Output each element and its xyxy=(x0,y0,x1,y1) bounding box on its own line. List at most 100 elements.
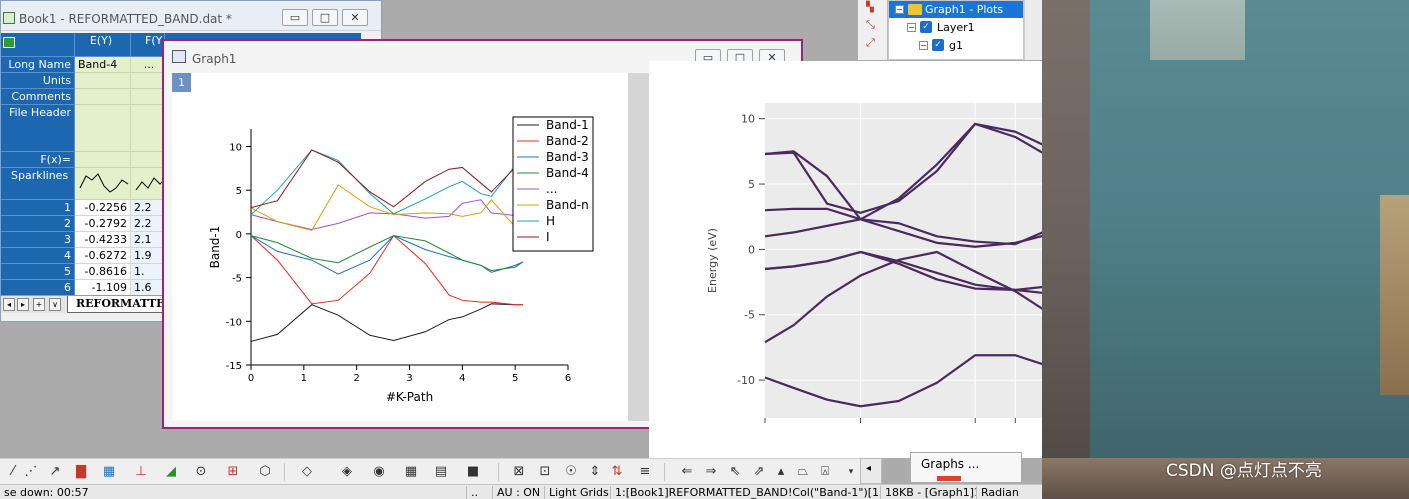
cell-f[interactable]: 1.6 xyxy=(131,280,165,296)
arrange-icon[interactable]: ⇕ xyxy=(584,463,606,481)
column-header-f[interactable]: F(Y xyxy=(131,33,165,57)
comments-cell-e[interactable] xyxy=(75,89,131,105)
fx-cell-f[interactable] xyxy=(131,152,165,168)
status-angle-unit[interactable]: Radian xyxy=(976,486,1042,499)
folder-icon xyxy=(908,4,922,15)
legend-label: Band-n xyxy=(546,198,589,212)
units-cell-f[interactable] xyxy=(131,73,165,89)
arrow-left-icon[interactable]: ⇐ xyxy=(676,463,698,481)
minimize-button[interactable]: ▭ xyxy=(282,9,308,26)
cell-f[interactable]: 2.1 xyxy=(131,232,165,248)
series-line xyxy=(250,149,524,209)
status-grids[interactable]: Light Grids xyxy=(544,486,610,499)
row-index[interactable]: 5 xyxy=(1,264,75,280)
area-plot-icon[interactable]: ◢ xyxy=(160,463,182,481)
mask-icon[interactable]: ⊠ xyxy=(508,463,530,481)
collapse-icon[interactable]: − xyxy=(907,23,916,32)
tree-item-graph1[interactable]: − Graph1 - Plots xyxy=(889,1,1023,18)
graph-page[interactable]: 0 1 2 3 4 5 6 -15 -10 -5 0 5 10 #K-Path Band-1 Band-1 Ba… xyxy=(172,73,628,421)
line-symbol-plot-icon[interactable]: ↗ xyxy=(44,463,66,481)
units-cell-e[interactable] xyxy=(75,73,131,89)
row-index[interactable]: 3 xyxy=(1,232,75,248)
3d-surface-icon[interactable]: ◇ xyxy=(296,463,318,481)
checkbox-icon[interactable]: ✓ xyxy=(932,39,944,51)
axis-scale-icon[interactable]: ⤢ xyxy=(866,36,875,50)
contour-plot-icon[interactable]: ◈ xyxy=(336,463,358,481)
comments-cell-f[interactable] xyxy=(131,89,165,105)
sparkline-cell-f[interactable] xyxy=(131,168,165,200)
restore-button[interactable]: □ xyxy=(312,9,338,26)
layer-badge[interactable]: 1 xyxy=(172,73,191,92)
row-index[interactable]: 1 xyxy=(1,200,75,216)
add-sheet-button[interactable]: + xyxy=(33,298,45,311)
file-header-cell-e[interactable] xyxy=(75,105,131,152)
tab-prev-button[interactable]: ◂ xyxy=(3,298,15,311)
cell-e[interactable]: -0.8616 xyxy=(75,264,131,280)
cell-e[interactable]: -1.109 xyxy=(75,280,131,296)
row-label-long-name: Long Name xyxy=(1,57,75,73)
arrow-up-left-icon[interactable]: ⇖ xyxy=(724,463,746,481)
arrow-up-right-icon[interactable]: ⇗ xyxy=(748,463,770,481)
cell-e[interactable]: -0.4233 xyxy=(75,232,131,248)
scatter-plot-icon[interactable]: ⋰ xyxy=(20,463,42,481)
3d-plot-icon[interactable]: ⬡ xyxy=(254,463,276,481)
box-chart-icon[interactable]: ⊞ xyxy=(222,463,244,481)
row-index[interactable]: 2 xyxy=(1,216,75,232)
tree-item-layer1[interactable]: − ✓ Layer1 xyxy=(889,19,1023,36)
bell-icon[interactable]: ⍓ xyxy=(814,463,836,481)
object-manager-scroll[interactable] xyxy=(1024,0,1042,60)
scroll-left-button[interactable]: ◂ xyxy=(860,458,882,484)
plot-type-icon[interactable]: ▚ xyxy=(866,2,874,13)
tab-next-button[interactable]: ▸ xyxy=(17,298,29,311)
toolbar-overflow-icon[interactable]: ▾ xyxy=(840,463,862,481)
status-bar: se down: 00:57 .. AU : ON Light Grids 1:… xyxy=(0,484,1042,499)
error-bar-icon[interactable]: ⊥ xyxy=(130,463,152,481)
corner-cell[interactable] xyxy=(1,33,75,57)
collapse-icon[interactable]: − xyxy=(919,41,928,50)
object-manager-tree[interactable]: − Graph1 - Plots − ✓ Layer1 − ✓ g1 xyxy=(888,0,1024,60)
cell-e[interactable]: -0.6272 xyxy=(75,248,131,264)
sheet-list-button[interactable]: ∨ xyxy=(49,298,61,311)
cell-f[interactable]: 1.9 xyxy=(131,248,165,264)
data-reader-icon[interactable]: ⊡ xyxy=(534,463,556,481)
arrow-right-icon[interactable]: ⇒ xyxy=(700,463,722,481)
book1-titlebar[interactable]: Book1 - REFORMATTED_BAND.dat * ▭ □ ✕ xyxy=(1,1,381,31)
cell-f[interactable]: 2.2 xyxy=(131,200,165,216)
screen-reader-icon[interactable]: ☉ xyxy=(560,463,582,481)
column-header-e[interactable]: E(Y) xyxy=(75,33,131,57)
fx-cell-e[interactable] xyxy=(75,152,131,168)
long-name-cell-e[interactable]: Band-4 xyxy=(75,57,131,73)
tree-item-g1[interactable]: − ✓ g1 xyxy=(889,37,1023,54)
graphs-tab[interactable]: Graphs ... xyxy=(910,452,1022,482)
collapse-icon[interactable]: − xyxy=(895,5,904,14)
column-plot-icon[interactable]: ▇ xyxy=(70,463,92,481)
checkbox-icon[interactable]: ✓ xyxy=(920,21,932,33)
file-header-cell-f[interactable] xyxy=(131,105,165,152)
cell-f[interactable]: 2.2 xyxy=(131,216,165,232)
sparkline-cell-e[interactable] xyxy=(75,168,131,200)
vector-plot-icon[interactable]: ◉ xyxy=(368,463,390,481)
series-line xyxy=(250,235,524,275)
cell-f[interactable]: 1. xyxy=(131,264,165,280)
layout-icon[interactable]: ▤ xyxy=(430,463,452,481)
close-button[interactable]: ✕ xyxy=(342,9,368,26)
row-index[interactable]: 6 xyxy=(1,280,75,296)
axis-icon[interactable]: ⤡ xyxy=(866,18,875,32)
legend-label: Band-1 xyxy=(546,118,589,132)
frame-icon[interactable]: ■ xyxy=(462,463,484,481)
shape-icon[interactable]: ▴ xyxy=(770,463,792,481)
y-tick-label: -5 xyxy=(744,309,755,322)
row-index[interactable]: 4 xyxy=(1,248,75,264)
row-label-comments: Comments xyxy=(1,89,75,105)
trapezoid-icon[interactable]: ⏢ xyxy=(792,463,814,481)
long-name-cell-f[interactable]: ... xyxy=(131,57,165,73)
grid-icon[interactable]: ▦ xyxy=(400,463,422,481)
align-icon[interactable]: ⇅ xyxy=(606,463,628,481)
cell-e[interactable]: -0.2792 xyxy=(75,216,131,232)
distribute-icon[interactable]: ≡ xyxy=(634,463,656,481)
status-au[interactable]: AU : ON xyxy=(492,486,544,499)
cell-e[interactable]: -0.2256 xyxy=(75,200,131,216)
statistics-plot-icon[interactable]: ⊙ xyxy=(190,463,212,481)
origin-band-plot[interactable]: 0 1 2 3 4 5 6 -15 -10 -5 0 5 10 #K-Path Band-1 Band-1 Ba… xyxy=(174,109,624,419)
matrix-plot-icon[interactable]: ▦ xyxy=(98,463,120,481)
